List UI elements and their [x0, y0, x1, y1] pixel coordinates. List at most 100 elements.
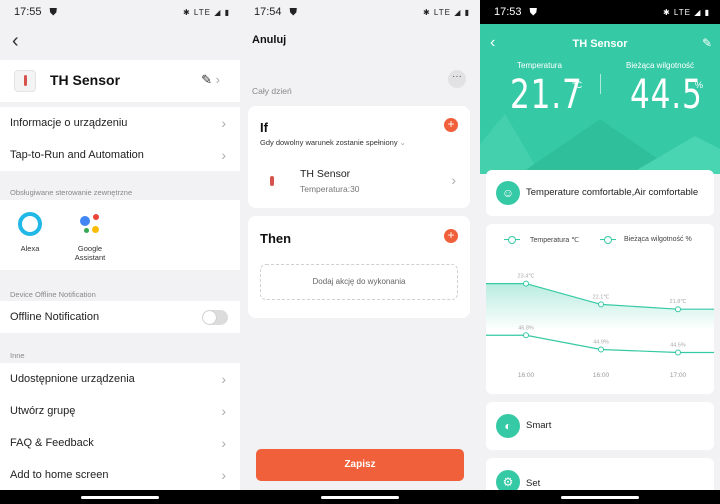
humidity-value: 44.5: [630, 72, 703, 118]
row-label: FAQ & Feedback: [10, 437, 94, 449]
comfort-card: ☺ Temperature comfortable,Air comfortabl…: [486, 170, 714, 216]
smile-icon: ☺: [496, 181, 520, 205]
save-button[interactable]: Zapisz: [256, 449, 464, 481]
status-time: 17:55: [14, 6, 42, 18]
home-pill[interactable]: [321, 496, 399, 499]
thermometer-icon: [14, 70, 36, 92]
condition-item[interactable]: TH Sensor Temperatura:30 ›: [248, 160, 470, 202]
row-faq-feedback[interactable]: FAQ & Feedback ›: [0, 427, 240, 459]
row-create-group[interactable]: Utwórz grupę ›: [0, 395, 240, 427]
schedule-all-day[interactable]: Cały dzień: [252, 86, 292, 96]
status-bar: 17:54 ⛊ ✱ LTE ◢ ▮: [240, 0, 480, 24]
if-title: If: [260, 120, 268, 135]
then-title: Then: [260, 231, 292, 246]
humidity-unit: %: [695, 80, 704, 90]
chevron-right-icon: ›: [221, 371, 226, 387]
row-label: Informacje o urządzeniu: [10, 117, 128, 129]
temperature-value: 21.7: [510, 72, 583, 118]
chevron-right-icon: ›: [221, 403, 226, 419]
data-point: [675, 349, 681, 356]
smart-label: Smart: [526, 420, 552, 431]
x-tick-label: 16:00: [593, 372, 610, 379]
service-google-assistant[interactable]: Google Assistant: [65, 210, 115, 262]
google-assistant-icon: [78, 212, 102, 236]
row-device-info[interactable]: Informacje o urządzeniu ›: [0, 107, 240, 139]
history-chart: 23.4℃ 22.1℃ 21.8℃ 46.8% 44.9% 44.5% 16:00 16:00…: [486, 274, 714, 379]
system-icons: ✱ LTE ◢ ▮: [662, 7, 710, 17]
automation-editor-screen: 17:54 ⛊ ✱ LTE ◢ ▮ Anuluj ··· Cały dzień …: [240, 0, 480, 504]
data-label: 46.8%: [518, 325, 534, 331]
data-label: 23.4℃: [518, 274, 536, 280]
chevron-right-icon: ›: [221, 467, 226, 483]
caret-down-icon: ⌄: [399, 138, 406, 147]
x-tick-label: 16:00: [518, 372, 535, 379]
add-action-placeholder[interactable]: Dodaj akcję do wykonania: [260, 264, 458, 300]
row-add-home-screen[interactable]: Add to home screen ›: [0, 459, 240, 491]
temperature-label: Temperatura: [517, 61, 562, 70]
row-label: Add to home screen: [10, 469, 109, 481]
row-shared-devices[interactable]: Udostępnione urządzenia ›: [0, 363, 240, 395]
data-point: [523, 332, 529, 339]
humidity-label: Bieżąca wilgotność: [626, 61, 695, 70]
back-arrow-icon[interactable]: ‹: [12, 30, 19, 53]
hero-divider: [600, 74, 601, 94]
condition-detail: Temperatura:30: [300, 184, 360, 194]
alexa-icon: [18, 212, 42, 236]
if-condition-label: Gdy dowolny warunek zostanie spełniony: [260, 138, 398, 147]
shield-icon: ⛊: [49, 6, 58, 18]
data-point: [523, 280, 529, 287]
data-point: [598, 301, 604, 308]
section-title-offline: Device Offline Notification: [10, 290, 96, 299]
more-options-icon[interactable]: ···: [448, 70, 466, 88]
row-tap-to-run[interactable]: Tap-to-Run and Automation ›: [0, 139, 240, 171]
data-point: [598, 346, 604, 353]
offline-notification-toggle[interactable]: [202, 309, 228, 325]
shield-icon: ⛊: [289, 6, 298, 18]
set-label: Set: [526, 478, 541, 489]
edit-pencil-icon[interactable]: ✎: [702, 36, 712, 50]
status-time: 17:53: [494, 6, 522, 18]
status-bar: 17:53 ⛊ ✱ LTE ◢ ▮: [480, 0, 720, 24]
service-label: Google Assistant: [74, 244, 106, 262]
cancel-button[interactable]: Anuluj: [252, 34, 286, 46]
data-label: 44.9%: [593, 340, 609, 346]
shield-icon: ⛊: [529, 6, 538, 18]
add-action-plus-icon[interactable]: +: [444, 229, 458, 243]
status-bar: 17:55 ⛊ ✱ LTE ◢ ▮: [0, 0, 240, 24]
condition-device: TH Sensor: [300, 168, 351, 180]
data-label: 22.1℃: [593, 294, 611, 300]
thermometer-icon: [270, 176, 274, 186]
data-label: 44.5%: [670, 343, 686, 349]
service-alexa[interactable]: Alexa: [5, 210, 55, 253]
row-label: Tap-to-Run and Automation: [10, 149, 144, 161]
device-header[interactable]: TH Sensor ✎ ›: [0, 60, 240, 102]
sensor-title: TH Sensor: [572, 38, 628, 50]
home-pill[interactable]: [561, 496, 639, 499]
row-label: Udostępnione urządzenia: [10, 373, 135, 385]
toggle-switch-icon: ◐: [496, 414, 520, 438]
service-label: Alexa: [20, 244, 40, 253]
add-condition-plus-icon[interactable]: +: [444, 118, 458, 132]
row-label: Offline Notification: [10, 311, 100, 323]
chevron-right-icon: ›: [221, 115, 226, 131]
edit-pencil-icon[interactable]: ✎ ›: [201, 72, 220, 88]
external-control-list: Alexa Google Assistant: [0, 200, 240, 270]
gesture-bar: [0, 490, 240, 504]
sensor-hero: ‹ TH Sensor ✎ Temperatura 21.7 °C Bieżąc…: [480, 24, 720, 174]
if-condition-mode[interactable]: Gdy dowolny warunek zostanie spełniony ⌄: [260, 138, 406, 147]
sensor-dashboard-screen: 17:53 ⛊ ✱ LTE ◢ ▮ ‹ TH Sensor ✎ Temperat…: [480, 0, 720, 504]
system-icons: ✱ LTE ◢ ▮: [422, 7, 470, 17]
gesture-bar: [480, 490, 720, 504]
section-title-other: Inne: [10, 351, 25, 360]
smart-card[interactable]: ◐ Smart: [486, 402, 714, 450]
device-name: TH Sensor: [50, 72, 121, 88]
row-label: Utwórz grupę: [10, 405, 76, 417]
x-tick-label: 17:00: [670, 372, 687, 379]
row-offline-notification: Offline Notification: [0, 301, 240, 333]
comfort-text: Temperature comfortable,Air comfortable: [526, 187, 699, 198]
home-pill[interactable]: [81, 496, 159, 499]
chevron-right-icon: ›: [451, 172, 456, 188]
system-icons: ✱ LTE ◢ ▮: [182, 7, 230, 17]
history-chart-card: Temperatura ℃ Bieżąca wilgotność % 23.4℃…: [486, 224, 714, 394]
chevron-right-icon: ›: [221, 435, 226, 451]
